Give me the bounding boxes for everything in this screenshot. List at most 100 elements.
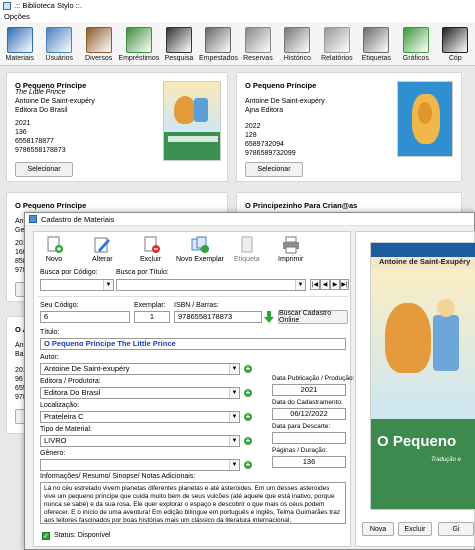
author-combo[interactable]: Antoine De Saint-exupéry ▼ — [40, 363, 240, 375]
label-button[interactable]: Etiqueta — [234, 236, 260, 263]
card-publisher: Ajna Editora — [245, 107, 284, 114]
first-record-icon[interactable]: |◀ — [310, 279, 320, 290]
search-code-combo[interactable]: ▼ — [40, 279, 114, 291]
download-arrow-icon[interactable] — [264, 311, 274, 323]
binoculars-icon — [165, 27, 192, 53]
fetch-online-button[interactable]: Buscar Cadastro Online — [278, 310, 348, 324]
toolbar-label: Reservas — [243, 55, 273, 62]
select-button[interactable]: Selecionar — [245, 162, 303, 177]
info-textarea[interactable]: Lá no céu estrelado vivem planetas difer… — [40, 482, 346, 524]
new-cover-button[interactable]: Nova — [362, 522, 394, 536]
delete-button[interactable]: Excluir — [140, 236, 161, 263]
toolbar-charts-button[interactable]: Gráficos — [396, 22, 435, 65]
toolbar-label: Cóp — [448, 55, 462, 62]
toolbar-book-at-button[interactable]: Materiais — [0, 22, 39, 65]
cover-author: Antoine de Saint-Exupéry — [379, 257, 471, 266]
print-button[interactable]: Imprimir — [278, 236, 303, 263]
toolbar-reservations-button[interactable]: Reservas — [238, 22, 277, 65]
title-field[interactable]: O Pequeno Príncipe The Little Prince — [40, 338, 346, 350]
divider — [38, 296, 348, 297]
new-label: Novo — [45, 256, 63, 263]
toolbar-loan-button[interactable]: Empréstimos — [118, 22, 159, 65]
card-isbn13: 9786558178873 — [15, 147, 66, 154]
isbn-field[interactable]: 9786558178873 — [174, 311, 262, 323]
book-cover-thumbnail[interactable] — [397, 81, 453, 157]
search-title-combo[interactable]: ▼ — [116, 279, 306, 291]
chevron-down-icon: ▼ — [229, 460, 239, 470]
delete-document-icon — [144, 236, 160, 253]
last-record-icon[interactable]: ▶| — [340, 279, 349, 290]
card-isbn10: 6558178877 — [15, 138, 54, 145]
edit-button[interactable]: Alterar — [92, 236, 113, 263]
search-code-label: Busca por Código: — [40, 269, 98, 276]
card-year: 2022 — [245, 123, 261, 130]
cover-extra-button[interactable]: Gi — [438, 522, 474, 536]
add-author-icon[interactable]: + — [244, 365, 252, 373]
isbn-label: ISBN / Barras: — [174, 302, 219, 309]
pub-date-field[interactable]: 2021 — [272, 384, 346, 396]
label-icon — [241, 236, 253, 253]
toolbar-label: Histórico — [283, 55, 311, 62]
users-icon — [46, 27, 73, 53]
card-subtitle: The Little Prince — [15, 89, 66, 96]
author-label: Autor: — [40, 354, 59, 361]
toolbar-labels-button[interactable]: Etiquetas — [357, 22, 396, 65]
add-location-icon[interactable]: + — [244, 413, 252, 421]
select-button[interactable]: Selecionar — [15, 162, 73, 177]
book-cover-thumbnail[interactable] — [163, 81, 221, 161]
next-record-icon[interactable]: ▶ — [330, 279, 340, 290]
publisher-combo[interactable]: Editora Do Brasil ▼ — [40, 387, 240, 399]
history-icon — [284, 27, 311, 53]
toolbar-copy-button[interactable]: Cóp — [436, 22, 475, 65]
chevron-down-icon: ▼ — [229, 436, 239, 446]
toolbar-history-button[interactable]: Histórico — [278, 22, 317, 65]
type-value: LIVRO — [44, 436, 67, 445]
delete-cover-button[interactable]: Excluir — [398, 522, 432, 536]
loan-icon — [125, 27, 152, 53]
toolbar-label: Pesquisa — [164, 55, 194, 62]
new-copy-label: Novo Exemplar — [176, 256, 224, 263]
labels-icon — [363, 27, 390, 53]
add-type-icon[interactable]: + — [244, 437, 252, 445]
toolbar-reports-button[interactable]: Relatórios — [317, 22, 356, 65]
chevron-down-icon: ▼ — [229, 388, 239, 398]
type-combo[interactable]: LIVRO ▼ — [40, 435, 240, 447]
cover-title: O Pequeno — [377, 433, 457, 450]
code-label: Seu Código: — [40, 302, 79, 309]
info-label: Informações/ Resumo/ Sinopse/ Notas Adic… — [40, 473, 196, 480]
previous-record-icon[interactable]: ◀ — [320, 279, 330, 290]
genre-combo[interactable]: ▼ — [40, 459, 240, 471]
pages-field[interactable]: 136 — [272, 456, 346, 468]
card-pages: 96 — [15, 376, 23, 383]
discard-date-field[interactable] — [272, 432, 346, 444]
menubar: Opções — [0, 11, 475, 22]
add-publisher-icon[interactable]: + — [244, 389, 252, 397]
card-isbn13: 9786589732099 — [245, 150, 296, 157]
pub-date-label: Data Publicação / Produção: — [272, 375, 355, 382]
reg-date-field[interactable]: 06/12/2022 — [272, 408, 346, 420]
new-copy-button[interactable]: Novo Exemplar — [176, 236, 224, 263]
toolbar-lent-books-button[interactable]: Empestados — [199, 22, 238, 65]
new-document-icon — [47, 236, 63, 253]
status-checkbox[interactable]: ✓ — [42, 532, 50, 540]
type-label: Tipo de Material: — [40, 426, 92, 433]
dialog-icon — [29, 215, 37, 223]
toolbar-bookshelf-button[interactable]: Diversos — [79, 22, 118, 65]
new-button[interactable]: Novo — [44, 236, 64, 263]
toolbar-label: Materiais — [5, 55, 34, 62]
reg-date-label: Data do Cadastramento: — [272, 399, 343, 406]
card-pages: 128 — [245, 132, 257, 139]
card-author: Antoine De Saint-exupéry — [245, 98, 325, 105]
toolbar-users-button[interactable]: Usuários — [39, 22, 78, 65]
menu-options[interactable]: Opções — [4, 12, 30, 21]
location-combo[interactable]: Prateleira C ▼ — [40, 411, 240, 423]
card-isbn10: 6589732094 — [245, 141, 284, 148]
add-genre-icon[interactable]: + — [244, 461, 252, 469]
chevron-down-icon: ▼ — [103, 280, 113, 290]
exemplar-field[interactable]: 1 — [134, 311, 170, 323]
pencil-icon — [94, 237, 111, 253]
toolbar-label: Diversos — [85, 55, 113, 62]
card-author: Antoine De Saint-exupéry — [15, 98, 95, 105]
code-field[interactable]: 6 — [40, 311, 130, 323]
toolbar-binoculars-button[interactable]: Pesquisa — [159, 22, 198, 65]
